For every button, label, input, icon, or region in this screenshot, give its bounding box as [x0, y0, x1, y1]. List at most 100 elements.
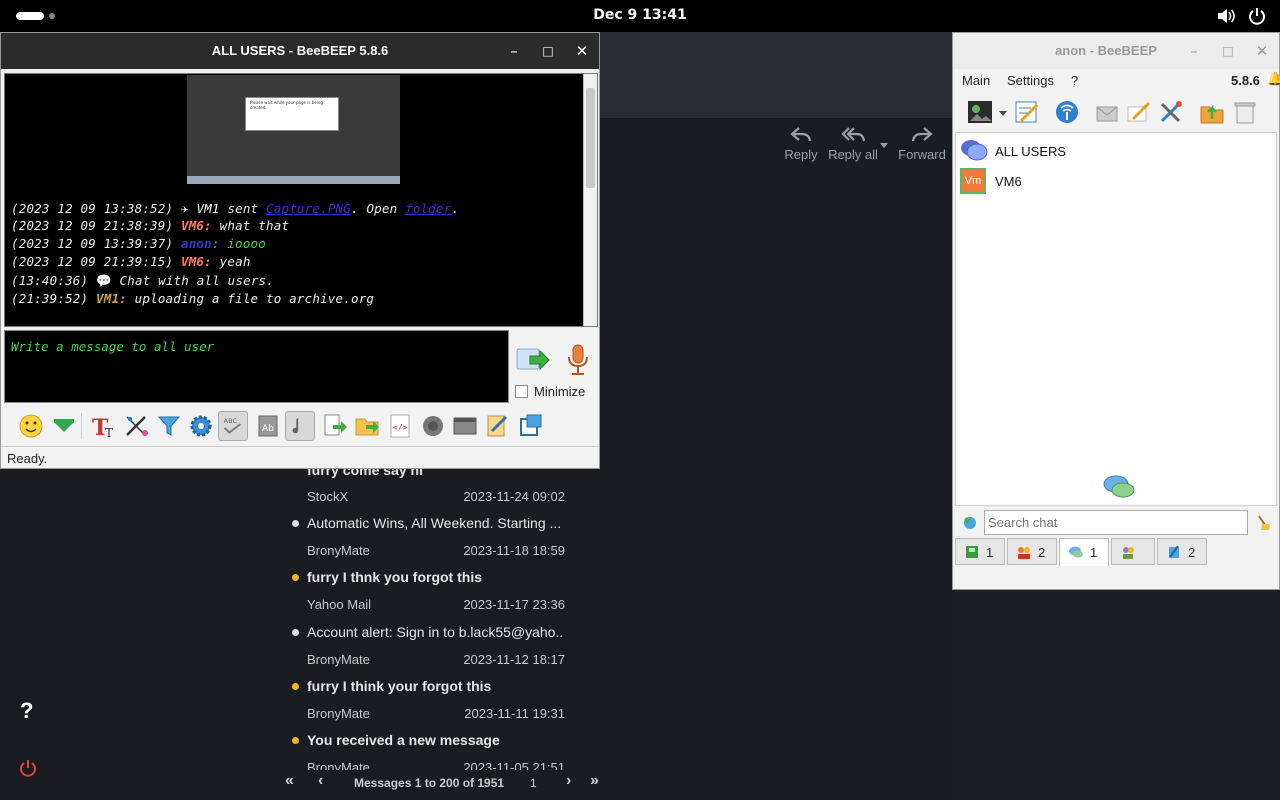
list-item-meta[interactable]: StockX 2023-11-24 09:02: [280, 489, 600, 509]
message-text: what that: [219, 218, 290, 233]
volume-icon[interactable]: [1216, 7, 1236, 25]
folder-link[interactable]: folder: [405, 201, 451, 216]
help-icon[interactable]: ?: [20, 698, 33, 724]
reply-all-label: Reply all: [828, 147, 878, 162]
edit-clipboard-icon[interactable]: [482, 411, 512, 441]
chat-item-vm6[interactable]: Vm VM6: [960, 166, 1270, 194]
list-item[interactable]: furry I think your forgot this: [280, 678, 600, 698]
status-dropdown-icon[interactable]: [999, 111, 1007, 116]
chat-item-all-users[interactable]: ALL USERS: [960, 136, 1270, 164]
reply-all-button[interactable]: Reply all: [821, 126, 885, 162]
message-sender: BronyMate: [307, 760, 370, 770]
minimize-window-icon[interactable]: –: [505, 42, 523, 60]
trash-icon[interactable]: [1231, 99, 1259, 125]
message-subject: Account alert: Sign in to b.lack55@yaho.…: [307, 624, 562, 640]
spellcheck-icon[interactable]: ABC: [218, 411, 248, 441]
list-item[interactable]: furry I thnk you forgot this: [280, 569, 600, 589]
minimize-window-icon[interactable]: –: [1185, 42, 1203, 60]
tab-chats[interactable]: 1: [1059, 538, 1109, 566]
status-avatar-icon[interactable]: [967, 99, 995, 125]
page-number[interactable]: 1: [530, 776, 537, 790]
microphone-icon[interactable]: [566, 344, 590, 376]
message-input[interactable]: [5, 331, 508, 361]
close-window-icon[interactable]: ✕: [573, 42, 591, 60]
forward-button[interactable]: Forward: [890, 126, 954, 162]
filter-icon[interactable]: [154, 411, 184, 441]
search-chat-input[interactable]: [984, 510, 1248, 535]
screenshot-icon[interactable]: [450, 411, 480, 441]
prev-page-icon[interactable]: ‹: [318, 772, 323, 790]
list-item[interactable]: Automatic Wins, All Weekend. Starting ..…: [280, 515, 600, 535]
tab-files[interactable]: 2: [1157, 538, 1207, 565]
chat-history[interactable]: Please wait while your page is being cre…: [4, 73, 598, 327]
list-item-meta[interactable]: BronyMate 2023-11-18 18:59: [280, 543, 600, 563]
list-item[interactable]: Account alert: Sign in to b.lack55@yaho.…: [280, 624, 600, 644]
write-note-icon[interactable]: [1125, 99, 1153, 125]
notification-bell-icon[interactable]: 🔔: [1267, 71, 1280, 87]
list-item-meta[interactable]: BronyMate 2023-11-12 18:17: [280, 652, 600, 672]
scrollbar-thumb[interactable]: [586, 88, 595, 188]
preview-dialog-text: Please wait while your page is being cre…: [250, 100, 323, 110]
font-icon[interactable]: TT: [88, 411, 118, 441]
message-time: (13:40:36): [11, 273, 89, 288]
pager-label: Messages 1 to 200 of 1951: [354, 776, 505, 790]
message-text: yeah: [219, 254, 251, 269]
list-item[interactable]: You received a new message: [280, 732, 600, 752]
chat-bubble-icon: 💬: [96, 273, 112, 288]
dictionary-icon[interactable]: Ab: [253, 411, 283, 441]
menu-main[interactable]: Main: [962, 73, 990, 88]
chat-window-titlebar[interactable]: ALL USERS - BeeBEEP 5.8.6 – □ ✕: [1, 33, 599, 69]
message-compose-box[interactable]: [4, 330, 509, 403]
profile-edit-icon[interactable]: [1013, 99, 1041, 125]
message-time: (2023 12 09 21:39:15): [11, 254, 174, 269]
reply-icon: [790, 127, 812, 142]
color-picker-icon[interactable]: [121, 411, 151, 441]
add-contacts-icon[interactable]: [1093, 99, 1121, 125]
list-item-meta[interactable]: BronyMate 2023-11-05 21:51: [280, 760, 600, 770]
next-page-icon[interactable]: ›: [566, 772, 571, 790]
tab-users[interactable]: 1: [955, 538, 1005, 565]
settings-gear-icon[interactable]: [186, 411, 216, 441]
share-folder-icon[interactable]: [1198, 99, 1226, 125]
save-chat-icon[interactable]: [49, 411, 79, 441]
clear-search-broom-icon[interactable]: [1255, 514, 1273, 532]
message-text: ioooo: [227, 236, 266, 251]
network-broadcast-icon[interactable]: [1053, 99, 1081, 125]
message-sender: VM6: [180, 254, 205, 269]
sound-icon[interactable]: [285, 411, 315, 441]
tab-shares[interactable]: [1111, 538, 1155, 565]
menu-help[interactable]: ?: [1071, 73, 1078, 88]
main-window-titlebar[interactable]: anon - BeeBEEP – □ ✕: [953, 33, 1279, 69]
first-page-icon[interactable]: «: [285, 772, 294, 790]
html-code-icon[interactable]: </>: [385, 411, 415, 441]
send-message-icon[interactable]: [516, 346, 550, 374]
emoticon-icon[interactable]: [16, 411, 46, 441]
file-link[interactable]: Capture.PNG: [266, 201, 351, 216]
logout-power-icon[interactable]: [18, 758, 38, 778]
message-sender: VM6: [180, 218, 205, 233]
last-page-icon[interactable]: »: [590, 772, 599, 790]
message-text: uploading a file to archive.org: [134, 291, 375, 306]
users-icon: [966, 546, 978, 558]
tab-groups[interactable]: 2: [1007, 538, 1057, 565]
history-scrollbar[interactable]: [583, 74, 597, 326]
list-item-meta[interactable]: BronyMate 2023-11-11 19:31: [280, 706, 600, 726]
maximize-window-icon[interactable]: □: [539, 42, 557, 60]
maximize-window-icon[interactable]: □: [1219, 42, 1237, 60]
menu-settings[interactable]: Settings: [1007, 73, 1054, 88]
image-preview[interactable]: Please wait while your page is being cre…: [187, 75, 400, 184]
list-item-meta[interactable]: Yahoo Mail 2023-11-17 23:36: [280, 597, 600, 617]
reply-dropdown-icon[interactable]: [880, 143, 888, 148]
send-file-icon[interactable]: [319, 411, 349, 441]
close-window-icon[interactable]: ✕: [1253, 42, 1271, 60]
tab-count: 2: [1038, 545, 1046, 560]
power-icon[interactable]: [1247, 6, 1267, 26]
minimize-checkbox[interactable]: [515, 385, 528, 398]
message-sender: Yahoo Mail: [307, 597, 372, 612]
camera-icon[interactable]: [418, 411, 448, 441]
tools-icon[interactable]: [1157, 99, 1185, 125]
clock[interactable]: Dec 9 13:41: [0, 7, 1280, 23]
detach-window-icon[interactable]: [516, 411, 546, 441]
chat-message: (21:39:52) VM1: uploading a file to arch…: [11, 291, 375, 306]
send-folder-icon[interactable]: [352, 411, 382, 441]
